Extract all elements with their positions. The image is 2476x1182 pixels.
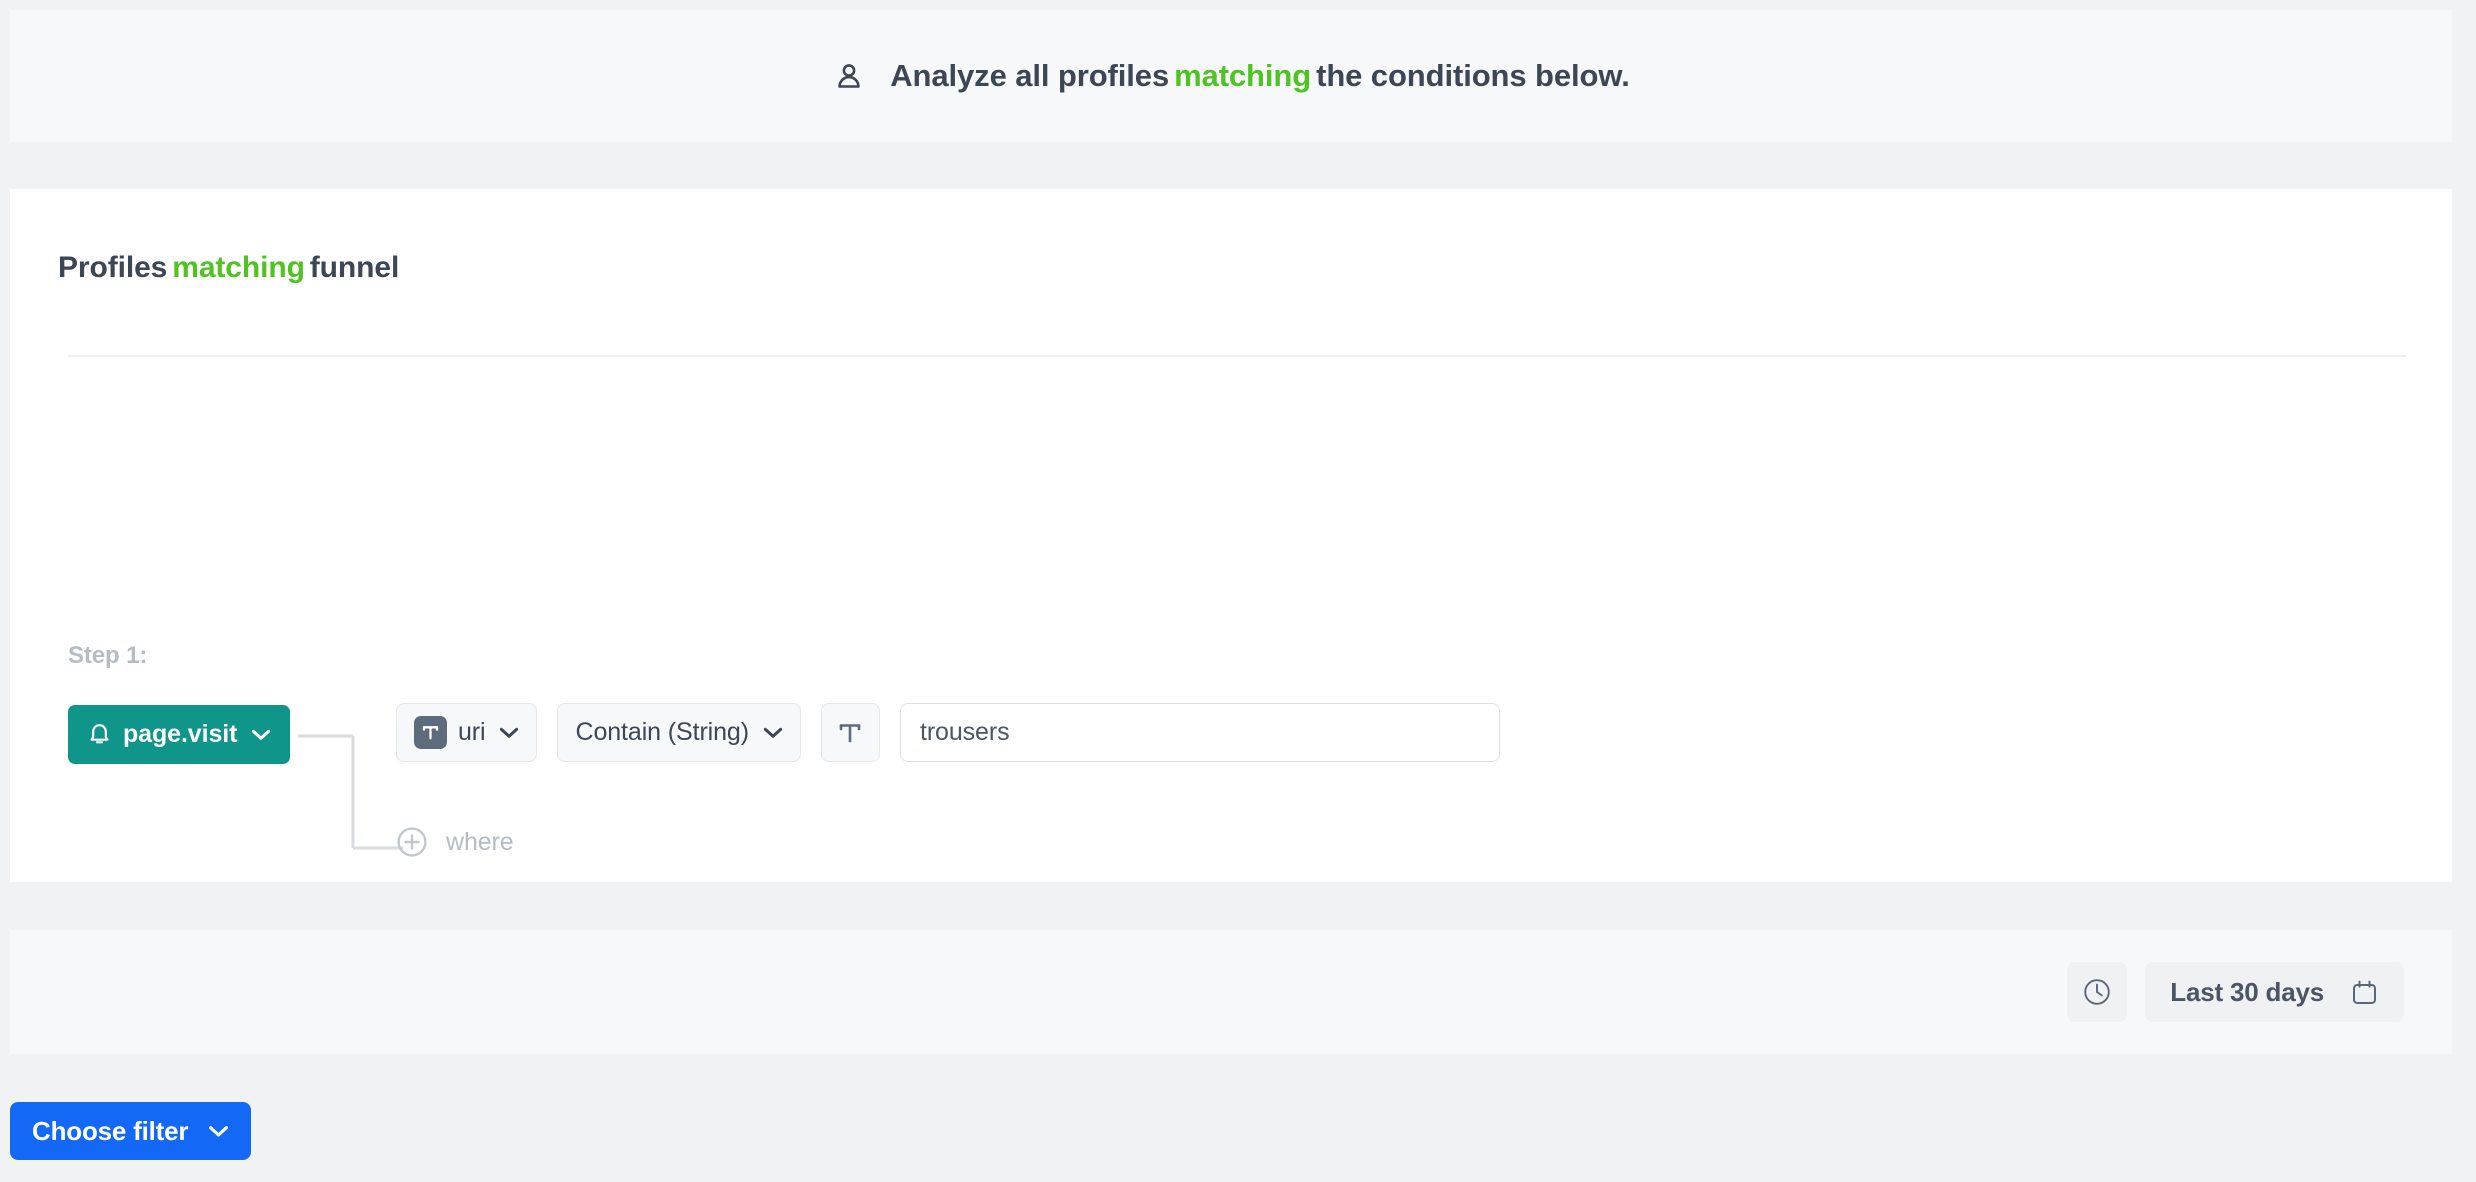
bell-icon	[88, 722, 111, 747]
funnel-builder-card: Profilesmatchingfunnel Step 1: page.visi…	[10, 189, 2452, 882]
chevron-down-icon	[251, 728, 271, 741]
chevron-down-icon	[208, 1124, 229, 1138]
calendar-icon	[2350, 978, 2379, 1007]
where-label: where	[446, 828, 514, 857]
header-title: Analyze all profilesmatchingthe conditio…	[890, 58, 1629, 94]
property-selector-uri[interactable]: uri	[396, 703, 537, 762]
event-label: page.visit	[123, 720, 237, 749]
value-type-button[interactable]	[821, 703, 880, 762]
date-controls-group: Last 30 days	[2067, 962, 2404, 1022]
operator-selector[interactable]: Contain (String)	[557, 703, 800, 762]
funnel-connector-lines	[298, 729, 408, 855]
chevron-down-icon	[499, 726, 519, 739]
clock-icon	[2082, 977, 2112, 1007]
operator-label: Contain (String)	[575, 718, 748, 747]
header-text-highlight: matching	[1169, 58, 1316, 93]
time-settings-button[interactable]	[2067, 962, 2127, 1022]
header-text-after: the conditions below.	[1316, 58, 1630, 93]
value-input[interactable]	[900, 703, 1500, 762]
date-range-selector[interactable]: Last 30 days	[2145, 962, 2404, 1022]
footer-bar: Last 30 days	[10, 930, 2452, 1054]
text-type-icon	[837, 720, 863, 746]
page-title-after: funnel	[310, 251, 399, 284]
header-sentence-group: Analyze all profilesmatchingthe conditio…	[832, 58, 1629, 94]
chevron-down-icon	[763, 726, 783, 739]
person-icon	[832, 60, 866, 94]
event-selector-page-visit[interactable]: page.visit	[68, 705, 290, 764]
choose-filter-label: Choose filter	[32, 1116, 188, 1147]
step-label: Step 1:	[68, 642, 147, 670]
page-title-highlight: matching	[167, 251, 310, 284]
header-banner: Analyze all profilesmatchingthe conditio…	[10, 10, 2452, 142]
plus-circle-outline-icon	[396, 826, 428, 858]
condition-row: uri Contain (String)	[396, 703, 1500, 762]
title-divider	[68, 355, 2406, 357]
page-title: Profilesmatchingfunnel	[58, 251, 399, 285]
page-title-before: Profiles	[58, 251, 167, 284]
text-type-icon	[414, 716, 447, 749]
header-text-before: Analyze all profiles	[890, 58, 1169, 93]
add-where-condition[interactable]: where	[396, 826, 514, 858]
choose-filter-button[interactable]: Choose filter	[10, 1102, 251, 1160]
date-range-label: Last 30 days	[2170, 977, 2324, 1008]
property-label: uri	[458, 718, 485, 747]
